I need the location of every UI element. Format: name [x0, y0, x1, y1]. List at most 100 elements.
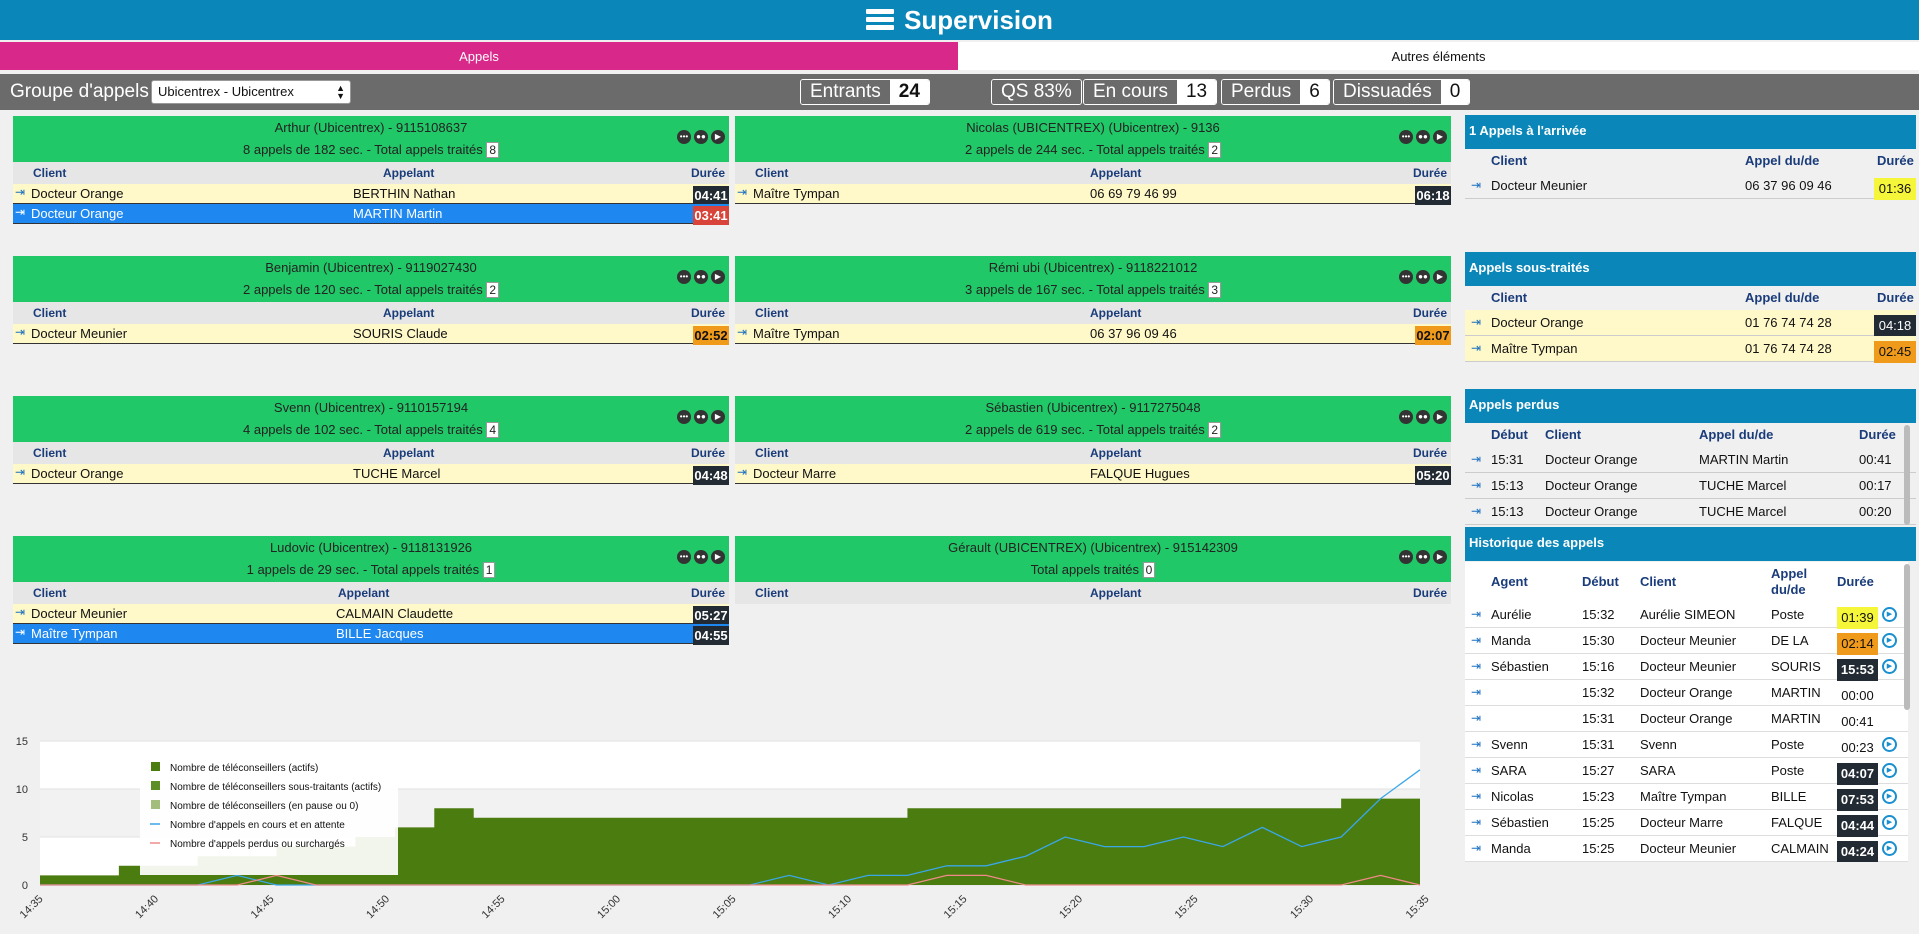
- row-client: Docteur Orange: [1545, 478, 1638, 493]
- call-row[interactable]: ⇥ Docteur Orange BERTHIN Nathan 04:41: [13, 184, 729, 205]
- agent-name: Nicolas (UBICENTREX) (Ubicentrex) - 9136: [966, 120, 1220, 135]
- chat-icon[interactable]: •••: [1399, 410, 1413, 424]
- history-row[interactable]: ⇥ Aurélie 15:32 Aurélie SIMEON Poste 01:39 ▶: [1465, 602, 1908, 629]
- stat-en-cours: En cours 13: [1083, 79, 1218, 105]
- play-icon[interactable]: ▶: [1433, 130, 1447, 144]
- call-row[interactable]: ⇥ Docteur Meunier SOURIS Claude 02:52: [13, 324, 729, 345]
- history-row[interactable]: ⇥ 15:31 Docteur Orange MARTIN 00:41: [1465, 706, 1908, 732]
- stat-dissuades: Dissuadés 0: [1333, 79, 1471, 105]
- group-icon[interactable]: ●●: [694, 410, 708, 424]
- play-icon[interactable]: ▶: [711, 130, 725, 144]
- play-icon[interactable]: ▶: [711, 550, 725, 564]
- activity-chart: 0 5 10 15 14:35 14:40 14:45 14:50 14:55 15:00 15:0…: [16, 736, 1432, 921]
- history-row[interactable]: ⇥ 15:32 Docteur Orange MARTIN 00:00: [1465, 680, 1908, 706]
- incoming-call-icon: ⇥: [15, 465, 26, 479]
- row-client: Docteur Orange: [1545, 504, 1638, 519]
- row-client: Docteur Marre: [1640, 815, 1724, 830]
- history-row[interactable]: ⇥ Svenn 15:31 Svenn Poste 00:23 ▶: [1465, 732, 1908, 758]
- chat-icon[interactable]: •••: [677, 130, 691, 144]
- group-icon[interactable]: ●●: [1416, 270, 1430, 284]
- history-row[interactable]: ⇥ Sébastien 15:16 Docteur Meunier SOURIS 15:5…: [1465, 654, 1908, 681]
- group-icon[interactable]: ●●: [1416, 410, 1430, 424]
- play-recording-icon[interactable]: ▶: [1882, 763, 1897, 778]
- call-row[interactable]: ⇥ Maître Tympan BILLE Jacques 04:55: [13, 624, 729, 645]
- agent-summary: 1 appels de 29 sec. - Total appels trait…: [13, 562, 729, 578]
- play-recording-icon[interactable]: ▶: [1882, 607, 1897, 622]
- chat-icon[interactable]: •••: [677, 550, 691, 564]
- history-row[interactable]: ⇥ Manda 15:30 Docteur Meunier DE LA 02:14 ▶: [1465, 628, 1908, 655]
- play-icon[interactable]: ▶: [1433, 410, 1447, 424]
- call-duration: 05:27: [693, 606, 729, 625]
- play-recording-icon[interactable]: ▶: [1882, 737, 1897, 752]
- panel-row[interactable]: ⇥ Docteur Orange 01 76 74 74 28 04:18: [1465, 310, 1916, 337]
- tab-autres-elements[interactable]: Autres éléments: [958, 42, 1919, 70]
- panel-row[interactable]: ⇥ Maître Tympan 01 76 74 74 28 02:45: [1465, 336, 1916, 363]
- legend-swatch: [151, 800, 160, 809]
- play-recording-icon[interactable]: ▶: [1882, 659, 1897, 674]
- legend-swatch: [151, 762, 160, 771]
- col-appel: Appel du/de: [1745, 290, 1820, 305]
- chat-icon[interactable]: •••: [1399, 130, 1413, 144]
- row-debut: 15:27: [1582, 763, 1615, 778]
- row-agent: SARA: [1491, 763, 1527, 778]
- panel-row[interactable]: ⇥ 15:13 Docteur Orange TUCHE Marcel 00:17: [1465, 473, 1916, 499]
- group-icon[interactable]: ●●: [1416, 130, 1430, 144]
- select-arrows-icon: ▲ ▼: [336, 83, 345, 101]
- chat-icon[interactable]: •••: [1399, 550, 1413, 564]
- play-recording-icon[interactable]: ▶: [1882, 789, 1897, 804]
- call-row[interactable]: ⇥ Docteur Meunier CALMAIN Claudette 05:27: [13, 604, 729, 625]
- incoming-call-icon: ⇥: [1471, 341, 1482, 355]
- row-duration: 07:53: [1837, 789, 1878, 811]
- history-row[interactable]: ⇥ Sébastien 15:25 Docteur Marre FALQUE 04:44 ▶: [1465, 810, 1908, 837]
- play-icon[interactable]: ▶: [711, 410, 725, 424]
- row-number: DE LA: [1771, 633, 1809, 648]
- row-client: Maître Tympan: [1491, 341, 1578, 356]
- panel-arrivee-title: 1 Appels à l'arrivée: [1465, 115, 1916, 149]
- call-row[interactable]: ⇥ Maître Tympan 06 69 79 46 99 06:18: [735, 184, 1451, 205]
- chat-icon[interactable]: •••: [677, 410, 691, 424]
- row-debut: 15:13: [1491, 504, 1524, 519]
- play-icon[interactable]: ▶: [711, 270, 725, 284]
- play-recording-icon[interactable]: ▶: [1882, 815, 1897, 830]
- group-select[interactable]: Ubicentrex - Ubicentrex ▲ ▼: [151, 80, 351, 104]
- history-row[interactable]: ⇥ Nicolas 15:23 Maître Tympan BILLE 07:53 ▶: [1465, 784, 1908, 811]
- panel-row[interactable]: ⇥ 15:31 Docteur Orange MARTIN Martin 00:41: [1465, 447, 1916, 473]
- panel-row[interactable]: ⇥ 15:13 Docteur Orange TUCHE Marcel 00:20: [1465, 499, 1916, 525]
- incoming-call-icon: ⇥: [1471, 685, 1482, 699]
- group-icon[interactable]: ●●: [694, 270, 708, 284]
- col-duree: Durée: [690, 586, 725, 600]
- x-tick-label: 15:20: [1057, 893, 1085, 921]
- row-duration: 00:23: [1841, 740, 1874, 755]
- play-recording-icon[interactable]: ▶: [1882, 633, 1897, 648]
- col-appel: Appel du/de: [1699, 427, 1774, 442]
- incoming-call-icon: ⇥: [15, 205, 26, 219]
- call-row[interactable]: ⇥ Docteur Marre FALQUE Hugues 05:20: [735, 464, 1451, 485]
- panel-arrivee-columns: Client Appel du/de Durée: [1465, 149, 1916, 173]
- incoming-call-icon: ⇥: [1471, 315, 1482, 329]
- call-row[interactable]: ⇥ Docteur Orange MARTIN Martin 03:41: [13, 204, 729, 225]
- chat-icon[interactable]: •••: [1399, 270, 1413, 284]
- row-number: TUCHE Marcel: [1699, 504, 1787, 519]
- call-row[interactable]: ⇥ Maître Tympan 06 37 96 09 46 02:07: [735, 324, 1451, 345]
- play-icon[interactable]: ▶: [1433, 550, 1447, 564]
- agent-columns: Client Appelant Durée: [735, 582, 1451, 604]
- history-row[interactable]: ⇥ Manda 15:25 Docteur Meunier CALMAIN 04:24 ▶: [1465, 836, 1908, 862]
- chat-icon[interactable]: •••: [677, 270, 691, 284]
- play-recording-icon[interactable]: ▶: [1882, 841, 1897, 856]
- group-icon[interactable]: ●●: [694, 130, 708, 144]
- incoming-call-icon: ⇥: [1471, 478, 1482, 492]
- group-icon[interactable]: ●●: [694, 550, 708, 564]
- perdus-scrollbar[interactable]: [1904, 425, 1910, 525]
- panel-row[interactable]: ⇥ Docteur Meunier 06 37 96 09 46 01:36: [1465, 173, 1916, 200]
- group-icon[interactable]: ●●: [1416, 550, 1430, 564]
- call-row[interactable]: ⇥ Docteur Orange TUCHE Marcel 04:48: [13, 464, 729, 485]
- legend-swatch: [151, 781, 160, 790]
- history-row[interactable]: ⇥ SARA 15:27 SARA Poste 04:07 ▶: [1465, 758, 1908, 785]
- historique-scrollbar[interactable]: [1904, 564, 1910, 710]
- agent-summary-text: 4 appels de 102 sec. - Total appels trai…: [243, 422, 483, 437]
- tab-appels[interactable]: Appels: [0, 42, 958, 70]
- col-client: Client: [1545, 427, 1582, 442]
- row-duration: 02:45: [1874, 341, 1916, 363]
- agent-summary: Total appels traités 0: [735, 562, 1451, 578]
- play-icon[interactable]: ▶: [1433, 270, 1447, 284]
